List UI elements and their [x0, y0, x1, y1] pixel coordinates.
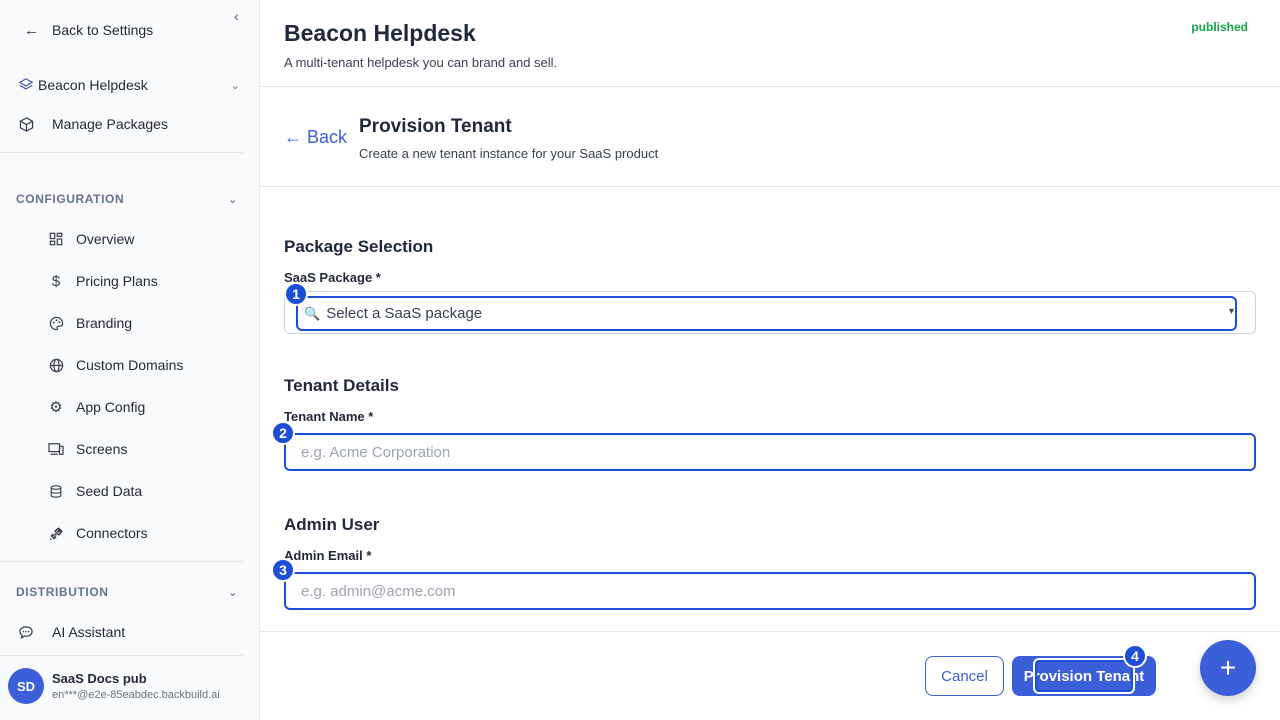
page-header-divider: [260, 186, 1280, 187]
chevron-down-icon: ⌄: [228, 586, 238, 599]
search-icon: 🔍: [304, 305, 321, 321]
sidebar-item-label: App Config: [76, 399, 146, 415]
chevron-down-icon: ⌄: [228, 193, 238, 206]
project-switcher[interactable]: Beacon Helpdesk ⌄: [16, 73, 244, 97]
sidebar-item-pricing-plans[interactable]: $ Pricing Plans: [48, 269, 158, 293]
tenant-details-heading: Tenant Details: [284, 376, 399, 395]
arrow-left-icon: ←: [24, 21, 39, 39]
sidebar: ← Back to Settings ‹ Beacon Helpdesk ⌄ M…: [0, 0, 260, 720]
sidebar-item-seed-data[interactable]: Seed Data: [48, 479, 142, 503]
back-to-settings-label: Back to Settings: [52, 22, 154, 38]
back-to-settings-link[interactable]: ← Back to Settings: [24, 20, 153, 40]
tenant-name-input[interactable]: [284, 433, 1256, 471]
sidebar-item-label: Pricing Plans: [76, 273, 158, 289]
admin-user-heading: Admin User: [284, 515, 380, 534]
package-icon: [16, 116, 36, 132]
manage-packages-label: Manage Packages: [52, 116, 168, 132]
devices-icon: [48, 442, 64, 456]
tenant-name-label: Tenant Name *: [284, 409, 374, 424]
sidebar-item-overview[interactable]: Overview: [48, 227, 134, 251]
distribution-label: DISTRIBUTION: [16, 585, 109, 599]
plug-icon: [48, 526, 64, 541]
package-selection-heading: Package Selection: [284, 237, 434, 256]
gear-icon: ⚙: [49, 399, 63, 416]
avatar: SD: [8, 668, 44, 704]
saas-package-select[interactable]: 🔍 Select a SaaS package: [296, 296, 1237, 331]
chevron-down-icon: ▾: [1229, 306, 1235, 317]
chevron-down-icon: ⌄: [230, 79, 240, 92]
page-title: Provision Tenant: [359, 116, 512, 137]
sidebar-item-label: Screens: [76, 441, 128, 457]
sidebar-divider: [0, 561, 243, 562]
sidebar-item-screens[interactable]: Screens: [48, 437, 127, 461]
grid-icon: [48, 232, 64, 246]
sidebar-item-connectors[interactable]: Connectors: [48, 521, 148, 545]
app-title: Beacon Helpdesk: [284, 20, 476, 46]
user-info: SaaS Docs pub en***@e2e-85eabdec.backbui…: [52, 671, 220, 701]
status-badge: published: [1191, 20, 1248, 34]
user-profile[interactable]: SD SaaS Docs pub en***@e2e-85eabdec.back…: [8, 668, 220, 704]
collapse-sidebar-icon[interactable]: ‹: [234, 8, 239, 24]
admin-email-input[interactable]: [284, 572, 1256, 610]
dollar-icon: $: [51, 272, 61, 290]
sidebar-item-label: Overview: [76, 231, 135, 247]
manage-packages-link[interactable]: Manage Packages: [16, 112, 244, 136]
ai-assistant-link[interactable]: AI Assistant: [16, 620, 244, 644]
annotation-badge-3: 3: [271, 558, 295, 582]
layers-icon: [16, 78, 36, 92]
project-name: Beacon Helpdesk: [38, 77, 148, 93]
back-link[interactable]: ← Back: [284, 127, 347, 148]
admin-email-label: Admin Email *: [284, 548, 372, 563]
footer-divider: [260, 631, 1280, 632]
cancel-button[interactable]: Cancel: [925, 656, 1004, 696]
sidebar-item-label: Seed Data: [76, 483, 143, 499]
ai-assistant-label: AI Assistant: [52, 624, 126, 640]
sidebar-item-label: Branding: [76, 315, 133, 331]
app-subtitle: A multi-tenant helpdesk you can brand an…: [284, 55, 558, 70]
user-email: en***@e2e-85eabdec.backbuild.ai: [52, 689, 220, 701]
sidebar-item-label: Connectors: [76, 525, 148, 541]
configuration-section-header[interactable]: CONFIGURATION ⌄: [16, 189, 244, 209]
annotation-badge-4: 4: [1123, 644, 1147, 668]
add-fab-button[interactable]: +: [1200, 640, 1256, 696]
sidebar-item-label: Custom Domains: [76, 357, 184, 373]
distribution-section-header[interactable]: DISTRIBUTION ⌄: [16, 582, 244, 602]
annotation-badge-1: 1: [284, 282, 308, 306]
sidebar-divider: [0, 152, 243, 153]
palette-icon: [48, 316, 64, 331]
page-subtitle: Create a new tenant instance for your Sa…: [359, 146, 659, 161]
sidebar-item-app-config[interactable]: ⚙ App Config: [48, 395, 145, 419]
database-icon: [48, 484, 64, 499]
sidebar-item-branding[interactable]: Branding: [48, 311, 132, 335]
configuration-label: CONFIGURATION: [16, 192, 125, 206]
user-name: SaaS Docs pub: [52, 671, 147, 686]
annotation-badge-2: 2: [271, 421, 295, 445]
globe-icon: [48, 358, 64, 373]
chat-bubble-icon: [16, 625, 36, 640]
header-divider: [260, 86, 1280, 87]
sidebar-item-custom-domains[interactable]: Custom Domains: [48, 353, 183, 377]
sidebar-divider: [0, 655, 243, 656]
saas-package-placeholder: Select a SaaS package: [326, 305, 483, 322]
